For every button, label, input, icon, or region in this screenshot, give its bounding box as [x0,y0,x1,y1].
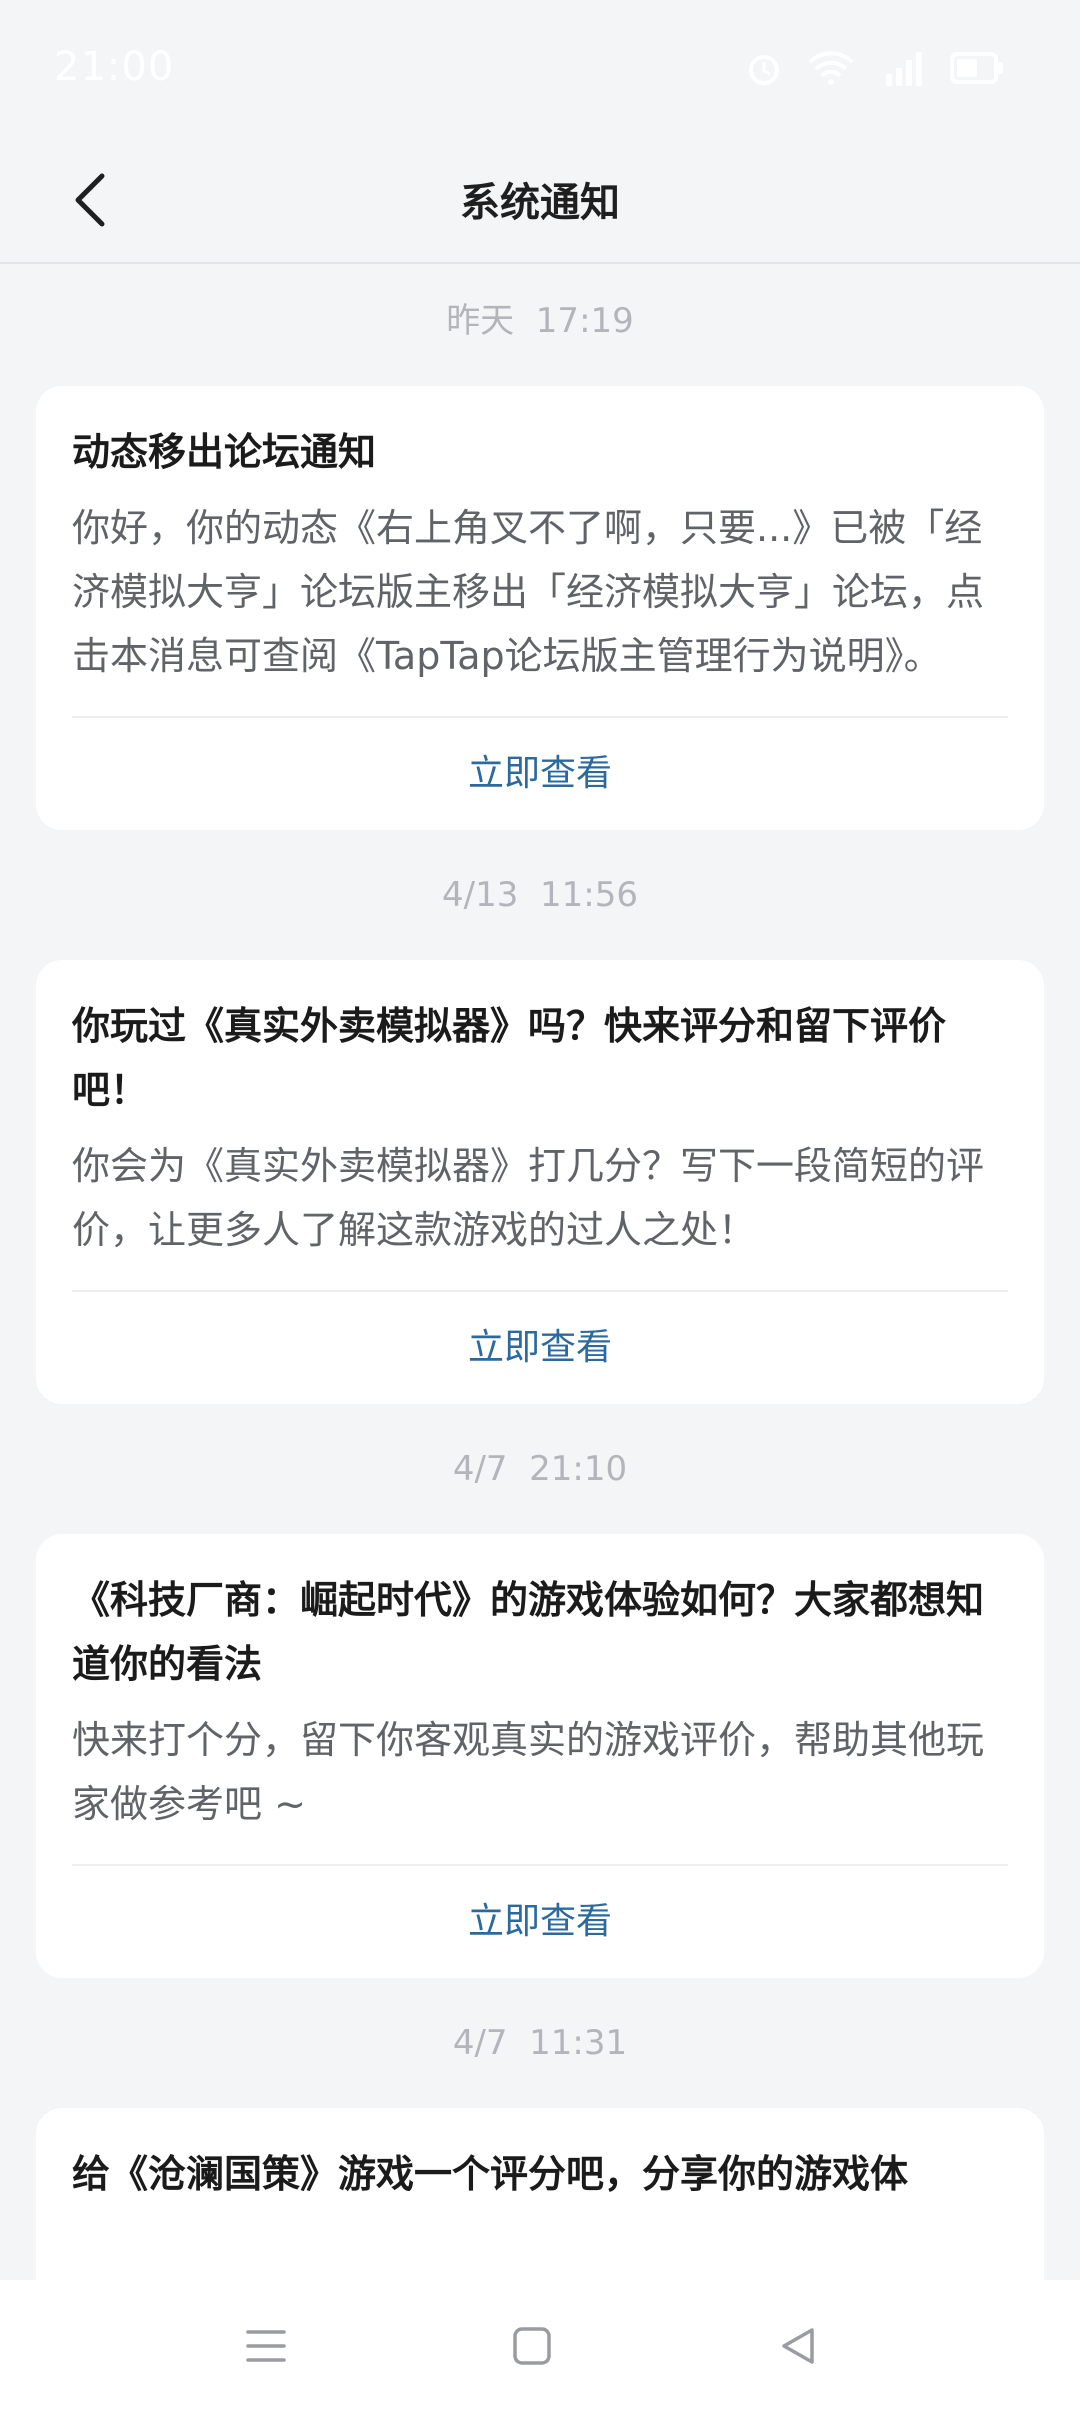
status-icons [744,48,1006,92]
status-bar: 21:00 [0,0,1080,136]
notification-body: 你好，你的动态《右上角叉不了啊，只要...》已被「经济模拟大亨」论坛版主移出「经… [72,506,985,678]
home-button[interactable] [496,2310,568,2382]
notification-body: 快来打个分，留下你客观真实的游戏评价，帮助其他玩家做参考吧 ~ [72,1718,985,1826]
menu-button[interactable] [230,2310,302,2382]
view-now-button[interactable]: 立即查看 [72,1292,1008,1404]
notification-time: 4/7 21:10 [452,1449,628,1489]
menu-icon [246,2330,286,2362]
view-now-button[interactable]: 立即查看 [72,718,1008,830]
notification-title: 给《沧澜国策》游戏一个评分吧，分享你的游戏体 [72,2152,909,2196]
back-triangle-icon [782,2328,814,2364]
back-nav-button[interactable] [762,2310,834,2382]
notification-card[interactable]: 《科技厂商：崛起时代》的游戏体验如何？大家都想知道你的看法 快来打个分，留下你客… [36,1534,1044,1978]
home-square-icon [513,2327,551,2365]
notification-time: 昨天 17:19 [446,301,634,341]
view-now-button[interactable]: 立即查看 [72,1866,1008,1978]
status-time: 21:00 [54,44,175,90]
notification-title: 《科技厂商：崛起时代》的游戏体验如何？大家都想知道你的看法 [72,1578,985,1686]
alarm-icon [744,48,784,92]
notification-title: 你玩过《真实外卖模拟器》吗？快来评分和留下评价吧！ [72,1004,947,1112]
notification-title: 动态移出论坛通知 [72,430,377,474]
battery-icon [950,48,1006,92]
system-nav-bar [0,2280,1080,2412]
wifi-icon [806,48,856,92]
notification-list[interactable]: 昨天 17:19 动态移出论坛通知 你好，你的动态《右上角叉不了啊，只要...》… [0,266,1080,2280]
page-title: 系统通知 [460,180,620,226]
app-header: 系统通知 [0,136,1080,264]
notification-body: 你会为《真实外卖模拟器》打几分？写下一段简短的评价，让更多人了解这款游戏的过人之… [72,1144,985,1252]
signal-icon [878,48,928,92]
notification-time: 4/13 11:56 [442,875,638,915]
notification-card[interactable]: 你玩过《真实外卖模拟器》吗？快来评分和留下评价吧！ 你会为《真实外卖模拟器》打几… [36,960,1044,1404]
notification-time: 4/7 11:31 [452,2023,628,2063]
notification-card[interactable]: 动态移出论坛通知 你好，你的动态《右上角叉不了啊，只要...》已被「经济模拟大亨… [36,386,1044,830]
notification-card[interactable]: 给《沧澜国策》游戏一个评分吧，分享你的游戏体 [36,2108,1044,2280]
